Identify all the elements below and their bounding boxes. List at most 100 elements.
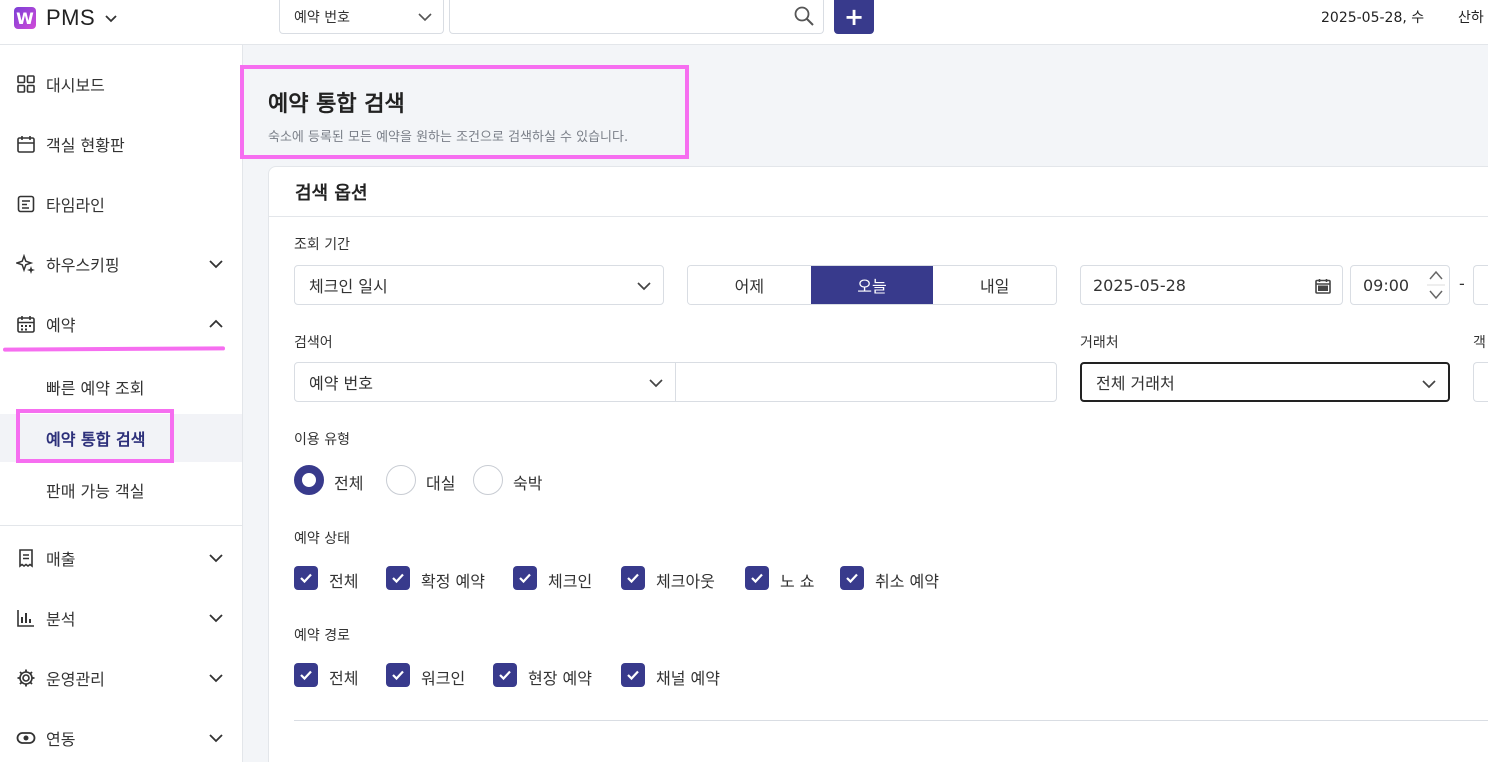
chevron-down-icon (209, 554, 223, 563)
calendar-icon (17, 316, 35, 333)
check-icon (846, 573, 858, 584)
top-bar: W PMS 예약 번호 + 2025-05-28, 수 산하 (0, 0, 1488, 45)
usage-radio-all[interactable] (294, 465, 324, 495)
status-checkbox-label: 체크아웃 (656, 572, 715, 591)
chevron-down-icon (418, 13, 432, 22)
spinner-arrows-icon[interactable] (1427, 267, 1445, 303)
date-value: 2025-05-28 (1093, 275, 1186, 295)
period-type-select[interactable]: 체크인 일시 (294, 265, 664, 305)
section-divider (294, 720, 1488, 721)
add-reservation-button[interactable]: + (834, 0, 874, 34)
keyword-type-select[interactable]: 예약 번호 (294, 362, 676, 402)
end-date-input[interactable] (1473, 265, 1488, 305)
partner-label: 거래처 (1080, 335, 1119, 351)
tomorrow-button[interactable]: 내일 (933, 266, 1056, 304)
day-segmented-control: 어제 오늘 내일 (687, 265, 1057, 305)
check-icon (627, 573, 639, 584)
bar-chart-icon (17, 610, 34, 627)
user-name[interactable]: 산하 (1458, 7, 1484, 27)
sidebar-subitem-available-rooms[interactable]: 판매 가능 객실 (0, 466, 242, 514)
sidebar-item-dashboard[interactable]: 대시보드 (0, 62, 242, 106)
status-checkbox-label: 취소 예약 (875, 572, 939, 591)
status-checkbox-all[interactable] (294, 566, 318, 590)
usage-radio-dayuse[interactable] (386, 465, 416, 495)
today-button[interactable]: 오늘 (810, 266, 934, 304)
status-checkbox-cancelled[interactable] (840, 566, 864, 590)
logo-text: PMS (46, 5, 96, 30)
sidebar-item-analytics[interactable]: 분석 (0, 596, 242, 640)
usage-radio-stay[interactable] (473, 465, 503, 495)
sparkle-icon (16, 254, 35, 274)
sidebar-subitem-quick-search[interactable]: 빠른 예약 조회 (0, 363, 242, 411)
logo-mark-icon: W (14, 7, 36, 29)
keyword-type-value: 예약 번호 (309, 374, 373, 393)
sidebar-item-label: 객실 현황판 (46, 136, 125, 155)
keyword-input[interactable] (675, 362, 1057, 402)
search-type-select[interactable]: 예약 번호 (279, 0, 444, 34)
sidebar-item-label: 분석 (46, 610, 76, 629)
search-icon[interactable] (793, 5, 815, 27)
route-label: 예약 경로 (294, 628, 350, 644)
chevron-down-icon (209, 734, 223, 743)
sidebar-item-sales[interactable]: 매출 (0, 536, 242, 580)
sidebar-item-label: 매출 (46, 550, 76, 569)
logo[interactable]: W PMS (14, 5, 119, 31)
calendar-icon[interactable] (1314, 277, 1332, 295)
status-checkbox-label: 전체 (329, 572, 359, 591)
status-checkbox-label: 노 쇼 (780, 572, 815, 591)
chevron-down-icon (209, 260, 223, 269)
sidebar-item-integration[interactable]: 연동 (0, 716, 242, 760)
highlight-box-sidebar (16, 409, 174, 463)
status-checkbox-confirmed[interactable] (386, 566, 410, 590)
sidebar-item-timeline[interactable]: 타임라인 (0, 182, 242, 226)
chevron-down-icon (105, 15, 117, 23)
check-icon (499, 670, 511, 681)
search-input[interactable] (449, 0, 824, 34)
gear-icon (17, 669, 35, 687)
sidebar-item-label: 연동 (46, 730, 76, 749)
status-checkbox-label: 체크인 (548, 572, 593, 591)
check-icon (300, 573, 312, 584)
sidebar-item-operations[interactable]: 운영관리 (0, 656, 242, 700)
sidebar-item-label: 운영관리 (46, 670, 105, 689)
time-input[interactable]: 09:00 (1350, 265, 1450, 305)
route-checkbox-walkin[interactable] (386, 663, 410, 687)
chevron-down-icon (209, 614, 223, 623)
route-checkbox-all[interactable] (294, 663, 318, 687)
status-checkbox-noshow[interactable] (745, 566, 769, 590)
sidebar-item-room-board[interactable]: 객실 현황판 (0, 122, 242, 166)
chevron-down-icon (1422, 380, 1436, 389)
current-date: 2025-05-28, 수 (1321, 10, 1425, 26)
date-input[interactable]: 2025-05-28 (1080, 265, 1343, 305)
sidebar-item-housekeeping[interactable]: 하우스키핑 (0, 242, 242, 286)
partner-select[interactable]: 전체 거래처 (1080, 362, 1450, 402)
chevron-down-icon (637, 282, 651, 291)
chevron-down-icon (649, 379, 663, 388)
period-type-value: 체크인 일시 (309, 277, 388, 296)
keyword-label: 검색어 (294, 335, 333, 351)
link-icon (16, 732, 36, 744)
sidebar-item-reservation[interactable]: 예약 (0, 302, 242, 346)
check-icon (751, 573, 763, 584)
sidebar: 대시보드 객실 현황판 타임라인 하우스키핑 예약 빠른 예약 조회 예약 통합… (0, 45, 243, 762)
status-checkbox-checkin[interactable] (513, 566, 537, 590)
room-select[interactable] (1473, 362, 1488, 402)
status-checkbox-checkout[interactable] (621, 566, 645, 590)
route-checkbox-label: 전체 (329, 669, 359, 688)
highlight-box-title (240, 65, 689, 159)
route-checkbox-channel[interactable] (621, 663, 645, 687)
check-icon (519, 573, 531, 584)
usage-radio-label: 전체 (334, 474, 364, 493)
sidebar-item-label: 하우스키핑 (46, 256, 120, 275)
grid-icon (17, 75, 35, 93)
route-checkbox-onsite[interactable] (493, 663, 517, 687)
yesterday-button[interactable]: 어제 (688, 266, 811, 304)
room-label: 객 (1473, 335, 1486, 351)
check-icon (300, 670, 312, 681)
chevron-up-icon (209, 319, 223, 328)
calendar-board-icon (17, 136, 35, 153)
card-header: 검색 옵션 (269, 167, 1488, 217)
status-label: 예약 상태 (294, 531, 350, 547)
route-checkbox-label: 워크인 (421, 669, 466, 688)
timeline-icon (17, 195, 35, 213)
